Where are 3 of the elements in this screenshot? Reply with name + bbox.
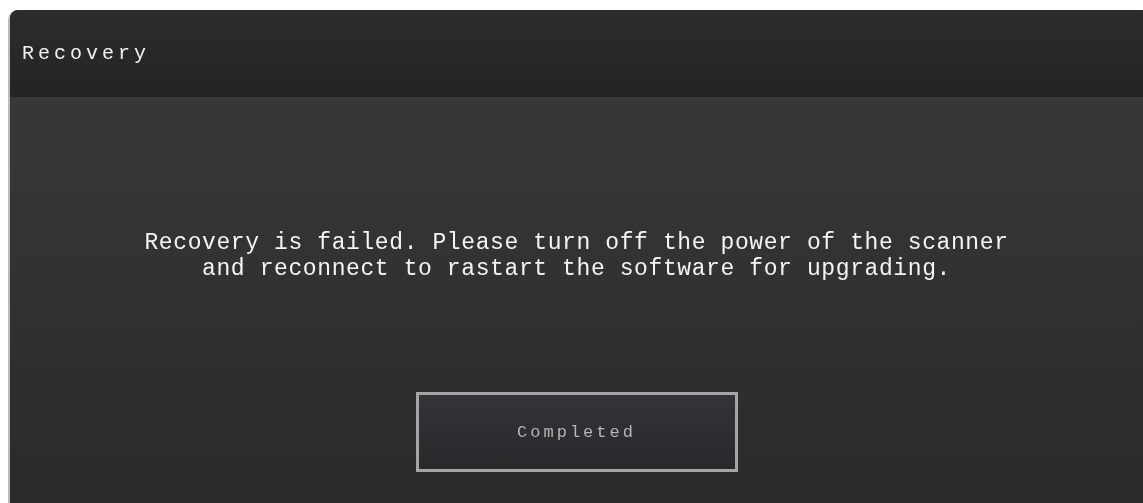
window-title: Recovery [22, 42, 150, 65]
completed-button[interactable]: Completed [415, 392, 738, 472]
error-message: Recovery is failed. Please turn off the power of the scanner and reconnect to rastart the software for upgrading. [144, 230, 1009, 282]
